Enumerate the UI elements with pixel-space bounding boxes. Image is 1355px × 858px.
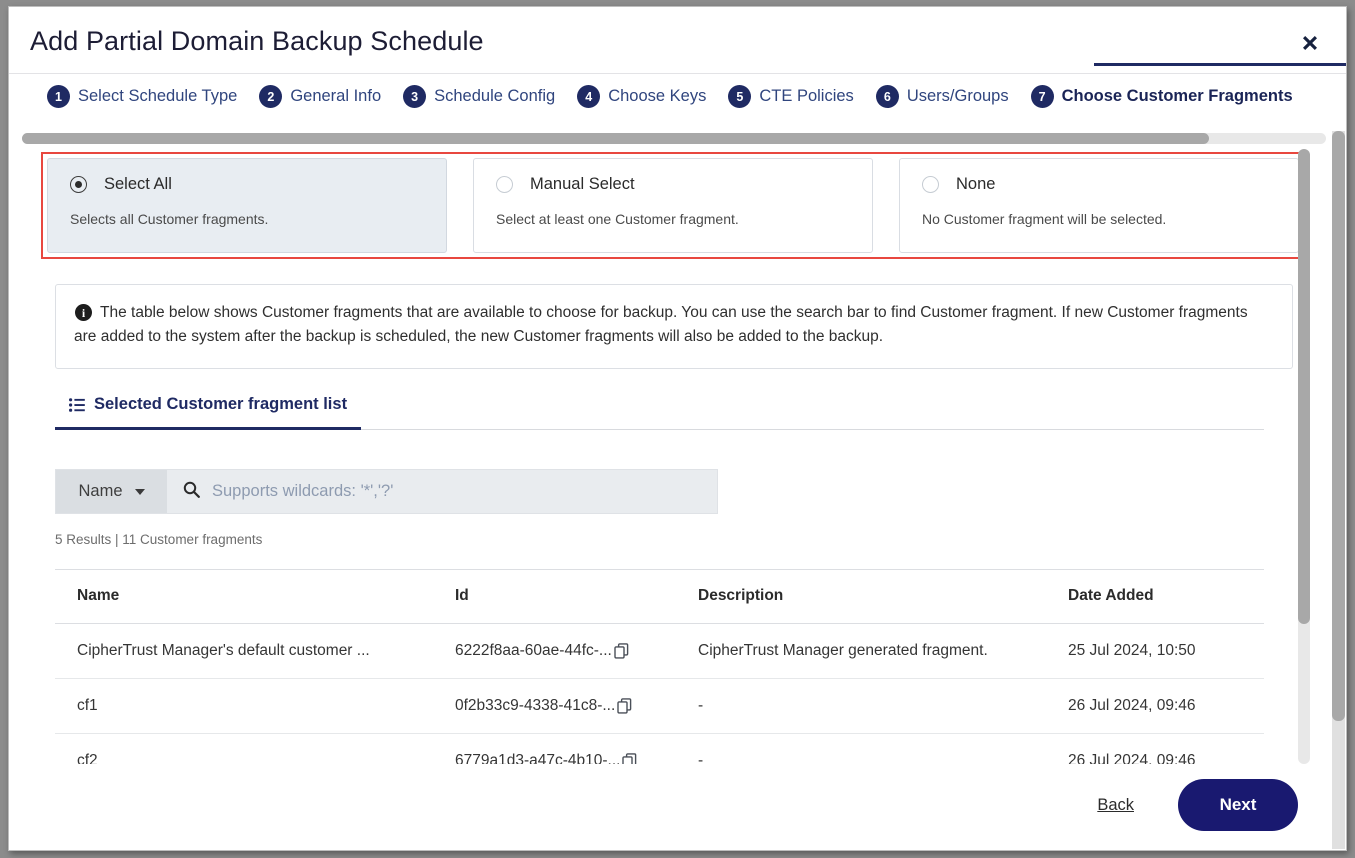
option-manual-select-description: Select at least one Customer fragment. xyxy=(496,211,850,227)
results-summary: 5 Results | 11 Customer fragments xyxy=(55,532,262,547)
tab-selected-customer-fragment-list[interactable]: Selected Customer fragment list xyxy=(55,395,361,430)
option-none-description: No Customer fragment will be selected. xyxy=(922,211,1276,227)
cell-date-added: 26 Jul 2024, 09:46 xyxy=(1046,734,1264,765)
stepper-step-7-number: 7 xyxy=(1031,85,1054,108)
table-scrollbar-thumb[interactable] xyxy=(1298,149,1310,624)
stepper-step-6-label: Users/Groups xyxy=(907,87,1009,106)
table-row[interactable]: cf2 6779a1d3-a47c-4b10-... -26 Jul 2024, 0… xyxy=(55,734,1264,765)
table-header-row: Name Id Description Date Added xyxy=(55,570,1264,624)
tab-bar: Selected Customer fragment list xyxy=(55,394,1264,430)
stepper-step-4-label: Choose Keys xyxy=(608,87,706,106)
cell-description: - xyxy=(676,734,1046,765)
add-backup-schedule-dialog: Add Partial Domain Backup Schedule 1 Sele… xyxy=(8,6,1347,851)
option-manual-select-label: Manual Select xyxy=(530,175,635,194)
stepper-horizontal-scrollbar[interactable] xyxy=(22,133,1326,144)
stepper-step-5-number: 5 xyxy=(728,85,751,108)
radio-manual-select[interactable] xyxy=(496,176,513,193)
cell-id-text: 6222f8aa-60ae-44fc-... xyxy=(455,642,612,660)
radio-select-all[interactable] xyxy=(70,176,87,193)
table-vertical-scrollbar[interactable] xyxy=(1298,149,1310,764)
next-button[interactable]: Next xyxy=(1178,779,1298,831)
column-header-date-added[interactable]: Date Added xyxy=(1046,570,1264,624)
cell-date-added: 26 Jul 2024, 09:46 xyxy=(1046,679,1264,734)
stepper-step-1-number: 1 xyxy=(47,85,70,108)
option-none-label: None xyxy=(956,175,995,194)
cell-id: 6222f8aa-60ae-44fc-... xyxy=(433,624,676,679)
table-row[interactable]: cf1 0f2b33c9-4338-41c8-... -26 Jul 2024, 0… xyxy=(55,679,1264,734)
search-field-selector[interactable]: Name xyxy=(56,470,167,513)
stepper-step-5-label: CTE Policies xyxy=(759,87,853,106)
customer-fragments-table: Name Id Description Date Added CipherTru… xyxy=(55,569,1264,764)
copy-icon[interactable] xyxy=(622,753,637,764)
dialog-scrollbar-thumb[interactable] xyxy=(1332,131,1345,721)
cell-id-text: 0f2b33c9-4338-41c8-... xyxy=(455,697,615,715)
close-icon[interactable] xyxy=(1295,28,1325,58)
cell-name: cf2 xyxy=(55,734,433,765)
cell-id: 6779a1d3-a47c-4b10-... xyxy=(433,734,676,765)
stepper-step-1-label: Select Schedule Type xyxy=(78,87,237,106)
cell-description: CipherTrust Manager generated fragment. xyxy=(676,624,1046,679)
stepper-step-6[interactable]: 6 Users/Groups xyxy=(876,85,1009,108)
copy-icon[interactable] xyxy=(614,643,629,659)
stepper-step-4[interactable]: 4 Choose Keys xyxy=(577,85,706,108)
chevron-down-icon xyxy=(135,489,145,495)
stepper-step-7-label: Choose Customer Fragments xyxy=(1062,87,1293,106)
back-button[interactable]: Back xyxy=(1097,796,1134,815)
info-banner: i The table below shows Customer fragmen… xyxy=(55,284,1293,369)
stepper-step-3-number: 3 xyxy=(403,85,426,108)
active-step-underline xyxy=(1094,63,1346,66)
search-input[interactable] xyxy=(212,482,717,501)
tab-label: Selected Customer fragment list xyxy=(94,395,347,414)
selection-mode-group: Select All Selects all Customer fragment… xyxy=(41,152,1299,259)
cell-name: cf1 xyxy=(55,679,433,734)
search-field-selector-label: Name xyxy=(78,482,122,501)
option-manual-select[interactable]: Manual Select Select at least one Custom… xyxy=(473,158,873,253)
info-banner-text: The table below shows Customer fragments… xyxy=(74,301,1272,350)
cell-id: 0f2b33c9-4338-41c8-... xyxy=(433,679,676,734)
dialog-body: Select All Selects all Customer fragment… xyxy=(9,149,1299,764)
stepper-step-2-number: 2 xyxy=(259,85,282,108)
stepper-step-3-label: Schedule Config xyxy=(434,87,555,106)
table-row[interactable]: CipherTrust Manager's default customer .… xyxy=(55,624,1264,679)
dialog-footer: Back Next xyxy=(9,765,1322,850)
search-icon xyxy=(183,481,200,503)
stepper-step-3[interactable]: 3 Schedule Config xyxy=(403,85,555,108)
stepper-step-7[interactable]: 7 Choose Customer Fragments xyxy=(1031,85,1293,108)
cell-date-added: 25 Jul 2024, 10:50 xyxy=(1046,624,1264,679)
dialog-vertical-scrollbar[interactable] xyxy=(1332,131,1345,849)
column-header-id[interactable]: Id xyxy=(433,570,676,624)
stepper-step-2[interactable]: 2 General Info xyxy=(259,85,381,108)
cell-name: CipherTrust Manager's default customer .… xyxy=(55,624,433,679)
radio-none[interactable] xyxy=(922,176,939,193)
cell-id-text: 6779a1d3-a47c-4b10-... xyxy=(455,752,620,764)
cell-description: - xyxy=(676,679,1046,734)
copy-icon[interactable] xyxy=(617,698,632,714)
search-bar: Name xyxy=(55,469,718,514)
info-icon: i xyxy=(75,304,92,321)
stepper-step-1[interactable]: 1 Select Schedule Type xyxy=(47,85,237,108)
stepper-step-5[interactable]: 5 CTE Policies xyxy=(728,85,853,108)
stepper-step-2-label: General Info xyxy=(290,87,381,106)
option-select-all[interactable]: Select All Selects all Customer fragment… xyxy=(47,158,447,253)
search-input-wrapper[interactable] xyxy=(167,470,717,513)
wizard-stepper: 1 Select Schedule Type 2 General Info 3 Sched… xyxy=(9,74,1346,126)
option-select-all-label: Select All xyxy=(104,175,172,194)
column-header-name[interactable]: Name xyxy=(55,570,433,624)
page-title: Add Partial Domain Backup Schedule xyxy=(30,26,484,57)
column-header-description[interactable]: Description xyxy=(676,570,1046,624)
stepper-scrollbar-thumb[interactable] xyxy=(22,133,1209,144)
option-select-all-description: Selects all Customer fragments. xyxy=(70,211,424,227)
stepper-step-6-number: 6 xyxy=(876,85,899,108)
option-none[interactable]: None No Customer fragment will be select… xyxy=(899,158,1299,253)
stepper-step-4-number: 4 xyxy=(577,85,600,108)
list-icon xyxy=(69,398,85,412)
